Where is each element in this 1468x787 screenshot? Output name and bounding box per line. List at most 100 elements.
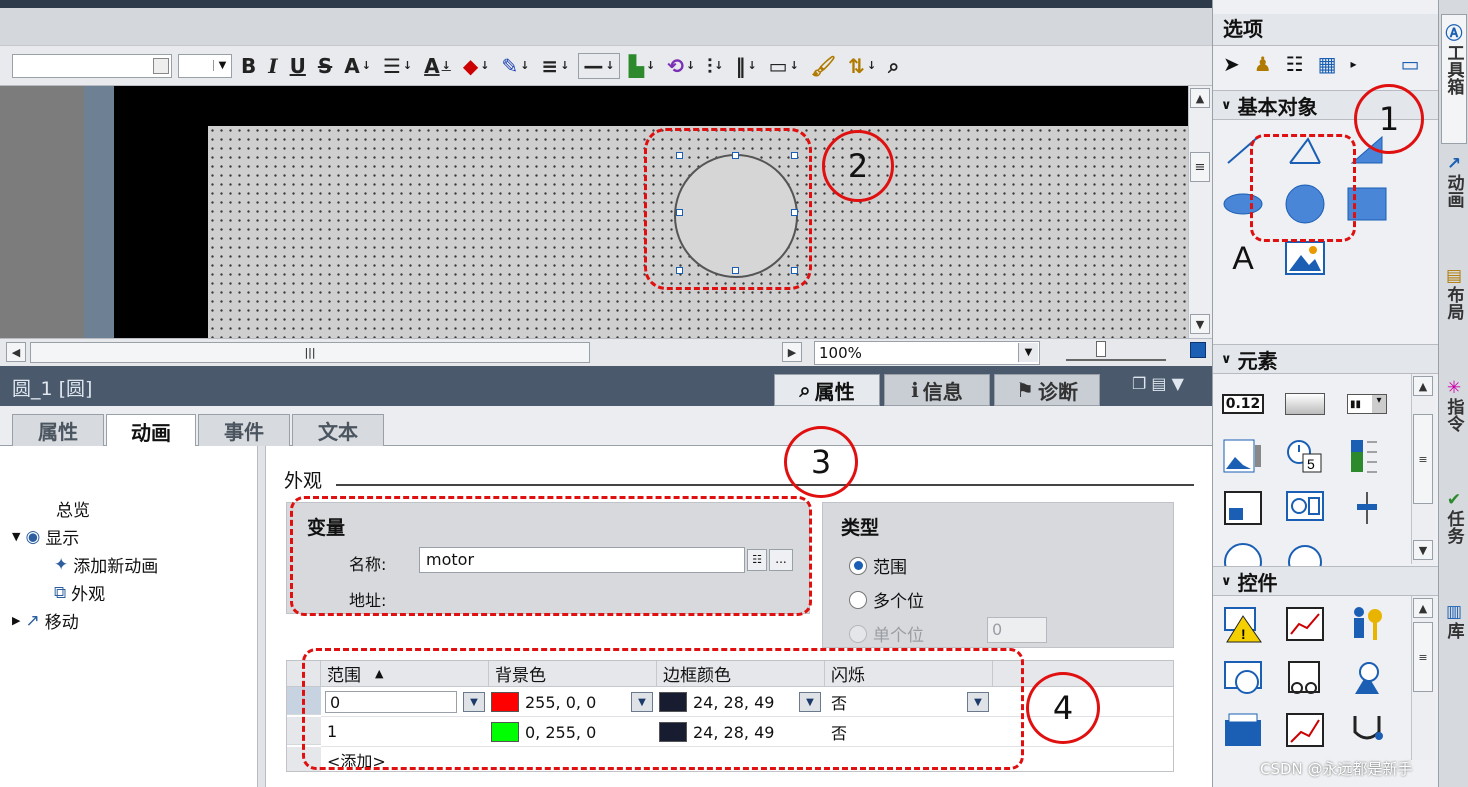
editor-vertical-scrollbar[interactable]: ▲ ≡ ▼ xyxy=(1188,86,1212,338)
tree-item-movement[interactable]: ▶ ↗ 移动 xyxy=(12,608,79,634)
tree-item-label: 移动 xyxy=(44,613,79,633)
vtab-layout[interactable]: ▤ 布局 xyxy=(1441,262,1467,368)
type-multibit-radio[interactable]: 多个位 xyxy=(849,587,924,612)
bring-forward-button[interactable]: ▙ ↓ xyxy=(626,54,659,78)
controls-scrollbar[interactable]: ▲ ≡ xyxy=(1411,596,1435,760)
fit-page-icon[interactable] xyxy=(1190,342,1206,358)
rotate-button[interactable]: ⟲ ↓ xyxy=(664,54,698,78)
zoom-slider-thumb[interactable] xyxy=(1096,341,1106,357)
slider-icon[interactable] xyxy=(1347,490,1387,526)
chevron-down-icon[interactable]: ▼ xyxy=(1018,343,1038,362)
bit-number-spinner[interactable]: 0 xyxy=(987,617,1047,643)
fx-graph-icon[interactable] xyxy=(1285,712,1325,748)
graphic-io-icon[interactable] xyxy=(1223,438,1263,474)
tree-item-appearance[interactable]: ⧉ 外观 xyxy=(54,580,105,606)
more-icon[interactable]: ▸ xyxy=(1351,57,1357,71)
radio-disabled-icon xyxy=(849,624,867,643)
align-button[interactable]: ☰ ↓ xyxy=(380,54,415,78)
scroll-thumb[interactable]: ≡ xyxy=(1413,414,1433,504)
line-color-button[interactable]: ✎ ↓ xyxy=(498,54,532,78)
scroll-thumb[interactable]: ||| xyxy=(30,342,590,363)
window-options-icon[interactable]: ❐ ▤ ▼ xyxy=(1132,374,1184,393)
zoom-area-button[interactable]: ⌕ xyxy=(885,54,902,78)
vtab-tasks[interactable]: ✔ 任务 xyxy=(1441,486,1467,592)
bar-icon[interactable] xyxy=(1347,438,1387,474)
align-objects-button[interactable]: ⫶ ↓ xyxy=(704,54,726,78)
line-width-button[interactable]: ≡ ↓ xyxy=(538,54,572,78)
strikethrough-button[interactable]: S xyxy=(315,54,335,78)
web-browser-icon[interactable] xyxy=(1223,660,1263,696)
scroll-down-icon[interactable]: ▼ xyxy=(1190,314,1210,334)
pointer-icon[interactable]: ➤ xyxy=(1223,52,1240,76)
same-size-button[interactable]: ▭ ↓ xyxy=(766,54,802,78)
inspector-tab-diagnostics[interactable]: ⚑ 诊断 xyxy=(994,374,1100,406)
vtab-toolbox[interactable]: Ⓐ 工具箱 xyxy=(1441,14,1467,144)
font-size-field[interactable]: ▼ xyxy=(178,53,232,78)
zoom-slider[interactable] xyxy=(1066,345,1166,361)
tab-text[interactable]: 文本 xyxy=(292,414,384,446)
media-player-icon[interactable] xyxy=(1223,712,1263,748)
inspector-tab-properties[interactable]: ⌕ 属性 xyxy=(774,374,880,406)
diagnostics-view-icon[interactable] xyxy=(1347,712,1387,748)
menu-strip xyxy=(0,8,1212,46)
graphic-view-tool-icon[interactable] xyxy=(1285,240,1325,276)
animation-icon: ↗ xyxy=(1446,154,1462,174)
scroll-right-icon[interactable]: ▶ xyxy=(782,342,802,362)
vtab-animation[interactable]: ↗ 动画 xyxy=(1441,150,1467,256)
vtab-libraries[interactable]: ▥ 库 xyxy=(1441,598,1467,658)
layers-button[interactable]: ⇅ ↓ xyxy=(845,54,879,78)
fill-color-button[interactable]: ◆ ↓ xyxy=(460,54,493,78)
scroll-up-icon[interactable]: ▲ xyxy=(1190,88,1210,108)
clock-icon[interactable] xyxy=(1285,540,1325,566)
type-range-radio[interactable]: 范围 xyxy=(849,553,907,578)
underline-button[interactable]: U xyxy=(287,54,309,78)
io-field-icon[interactable]: 0.12 xyxy=(1221,386,1265,422)
sm-view-icon[interactable] xyxy=(1347,660,1387,696)
user-view-icon[interactable] xyxy=(1347,606,1387,642)
gauge-icon[interactable] xyxy=(1223,540,1263,566)
format-painter-button[interactable]: 🖌 xyxy=(808,54,839,78)
bold-button[interactable]: B xyxy=(238,54,259,78)
splitter[interactable] xyxy=(258,446,266,787)
zoom-select[interactable]: 100% xyxy=(814,341,1040,365)
scroll-down-icon[interactable]: ▼ xyxy=(1413,540,1433,560)
button-element-icon[interactable] xyxy=(1285,386,1325,422)
font-name-field[interactable] xyxy=(12,53,172,78)
section-label: 控件 xyxy=(1237,570,1278,595)
alarm-view-icon[interactable]: ! xyxy=(1223,606,1263,643)
distribute-button[interactable]: ‖ ↓ xyxy=(732,54,759,78)
scroll-left-icon[interactable]: ◀ xyxy=(6,342,26,362)
controls-header[interactable]: ∨ 控件 xyxy=(1213,566,1439,596)
trend-view-icon[interactable] xyxy=(1285,606,1325,642)
symbol-library-icon[interactable] xyxy=(1285,490,1325,526)
switch-icon[interactable] xyxy=(1223,490,1263,526)
tree-item-overview[interactable]: 总览 xyxy=(56,496,90,521)
scroll-thumb[interactable]: ≡ xyxy=(1413,622,1433,692)
window-icon[interactable]: ▭ xyxy=(1401,52,1420,76)
properties-icon[interactable]: ☷ xyxy=(1286,52,1304,76)
inspector-tab-info[interactable]: ℹ 信息 xyxy=(884,374,990,406)
italic-button[interactable]: I xyxy=(265,54,280,78)
tab-animation[interactable]: 动画 xyxy=(106,414,196,447)
type-singlebit-radio[interactable]: 单个位 xyxy=(849,621,924,646)
elements-scrollbar[interactable]: ▲ ≡ ▼ xyxy=(1411,374,1435,564)
scroll-up-icon[interactable]: ▲ xyxy=(1413,376,1433,396)
editor-horizontal-scrollbar[interactable]: ◀ ||| ▶ 100% ▼ xyxy=(0,338,1212,366)
elements-header[interactable]: ∨ 元素 xyxy=(1213,344,1439,374)
scroll-up-icon[interactable]: ▲ xyxy=(1413,598,1433,618)
font-color-button[interactable]: A ↓ xyxy=(421,54,454,78)
user-icon[interactable]: ♟ xyxy=(1254,52,1272,76)
text-field-tool-icon[interactable]: A xyxy=(1223,240,1263,276)
date-time-icon[interactable]: 5 xyxy=(1285,438,1325,474)
tree-item-add-animation[interactable]: ✦ 添加新动画 xyxy=(54,552,158,578)
table-view-icon[interactable]: ▦ xyxy=(1318,52,1337,76)
font-size-grow-button[interactable]: A ↓ xyxy=(341,54,374,78)
tab-properties[interactable]: 属性 xyxy=(12,414,104,446)
tab-events[interactable]: 事件 xyxy=(198,414,290,446)
vtab-instructions[interactable]: ✳ 指令 xyxy=(1441,374,1467,480)
tree-item-display[interactable]: ▼ ◉ 显示 xyxy=(12,524,79,550)
line-style-button[interactable]: — ↓ xyxy=(578,52,620,79)
scroll-thumb[interactable]: ≡ xyxy=(1190,152,1210,182)
recipe-view-icon[interactable] xyxy=(1285,660,1325,696)
symbolic-io-icon[interactable]: ▮▮ ▾ xyxy=(1347,386,1387,422)
